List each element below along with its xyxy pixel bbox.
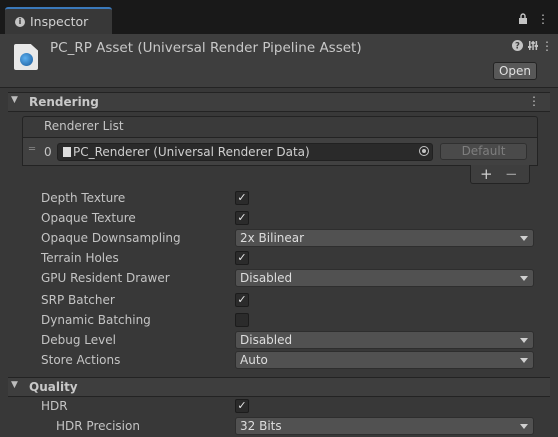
- renderer-index: 0: [44, 145, 52, 159]
- dropdown-arrow-icon: [520, 276, 528, 281]
- tab-menu-kebab-icon[interactable]: ⋮: [537, 12, 549, 26]
- dropdown-arrow-icon: [520, 424, 528, 429]
- foldout-expanded-icon: ▼: [11, 95, 18, 105]
- dynamic-batching-checkbox[interactable]: [235, 313, 249, 327]
- open-button[interactable]: Open: [493, 62, 537, 80]
- srp-batcher-label: SRP Batcher: [41, 293, 115, 307]
- tab-label: Inspector: [30, 14, 89, 29]
- list-add-remove-bar: [470, 165, 530, 184]
- tab-inspector[interactable]: i Inspector: [5, 7, 112, 34]
- dynamic-batching-label: Dynamic Batching: [41, 313, 151, 327]
- header-kebab-icon[interactable]: ⋮: [541, 39, 553, 53]
- opaque-texture-label: Opaque Texture: [41, 211, 136, 225]
- section-rendering-label: Rendering: [29, 95, 99, 109]
- hdr-precision-dropdown[interactable]: 32 Bits: [235, 417, 534, 435]
- depth-texture-checkbox[interactable]: ✓: [235, 191, 249, 205]
- gpu-resident-drawer-label: GPU Resident Drawer: [41, 271, 170, 285]
- store-actions-dropdown[interactable]: Auto: [235, 351, 534, 369]
- dropdown-arrow-icon: [520, 338, 528, 343]
- renderer-list-label: Renderer List: [44, 119, 124, 133]
- hdr-checkbox[interactable]: ✓: [235, 399, 249, 413]
- hdr-precision-label: HDR Precision: [56, 419, 140, 433]
- dropdown-value: Auto: [240, 353, 268, 367]
- check-icon: ✓: [237, 211, 247, 224]
- asset-title: PC_RP Asset (Universal Render Pipeline A…: [50, 40, 362, 56]
- opaque-downsampling-label: Opaque Downsampling: [41, 231, 181, 245]
- opaque-downsampling-dropdown[interactable]: 2x Bilinear: [235, 229, 534, 247]
- remove-renderer-button[interactable]: −: [505, 166, 518, 182]
- object-picker-icon[interactable]: [419, 146, 429, 156]
- dropdown-value: 2x Bilinear: [240, 231, 305, 245]
- add-renderer-button[interactable]: +: [480, 166, 493, 182]
- srp-batcher-checkbox[interactable]: ✓: [235, 293, 249, 307]
- check-icon: ✓: [237, 399, 247, 412]
- lock-icon[interactable]: [518, 13, 528, 27]
- section-kebab-icon[interactable]: ⋮: [528, 94, 540, 108]
- check-icon: ✓: [237, 293, 247, 306]
- section-quality-label: Quality: [29, 380, 78, 394]
- svg-text:?: ?: [515, 42, 520, 51]
- dropdown-arrow-icon: [520, 358, 528, 363]
- sliders-icon[interactable]: [528, 40, 538, 54]
- section-rendering[interactable]: ▼ Rendering ⋮: [8, 92, 550, 112]
- terrain-holes-checkbox[interactable]: ✓: [235, 251, 249, 265]
- dropdown-value: Disabled: [240, 271, 293, 285]
- check-icon: ✓: [237, 251, 247, 264]
- debug-level-dropdown[interactable]: Disabled: [235, 331, 534, 349]
- opaque-texture-checkbox[interactable]: ✓: [235, 211, 249, 225]
- section-quality[interactable]: ▼ Quality: [8, 377, 550, 397]
- terrain-holes-label: Terrain Holes: [41, 251, 119, 265]
- renderer-object-value: PC_Renderer (Universal Renderer Data): [73, 145, 310, 159]
- check-icon: ✓: [237, 191, 247, 204]
- foldout-expanded-icon: ▼: [11, 380, 18, 390]
- set-default-button[interactable]: Default: [440, 143, 527, 160]
- info-icon: i: [15, 17, 25, 27]
- dropdown-value: 32 Bits: [240, 419, 282, 433]
- depth-texture-label: Depth Texture: [41, 191, 126, 205]
- asset-file-icon: [14, 44, 38, 70]
- hdr-label: HDR: [41, 399, 68, 413]
- drag-handle-icon[interactable]: ═: [29, 144, 35, 155]
- help-icon[interactable]: ?: [512, 40, 523, 54]
- scriptable-object-icon: [63, 147, 71, 157]
- debug-level-label: Debug Level: [41, 333, 116, 347]
- dropdown-arrow-icon: [520, 236, 528, 241]
- dropdown-value: Disabled: [240, 333, 293, 347]
- store-actions-label: Store Actions: [41, 353, 121, 367]
- gpu-resident-drawer-dropdown[interactable]: Disabled: [235, 269, 534, 287]
